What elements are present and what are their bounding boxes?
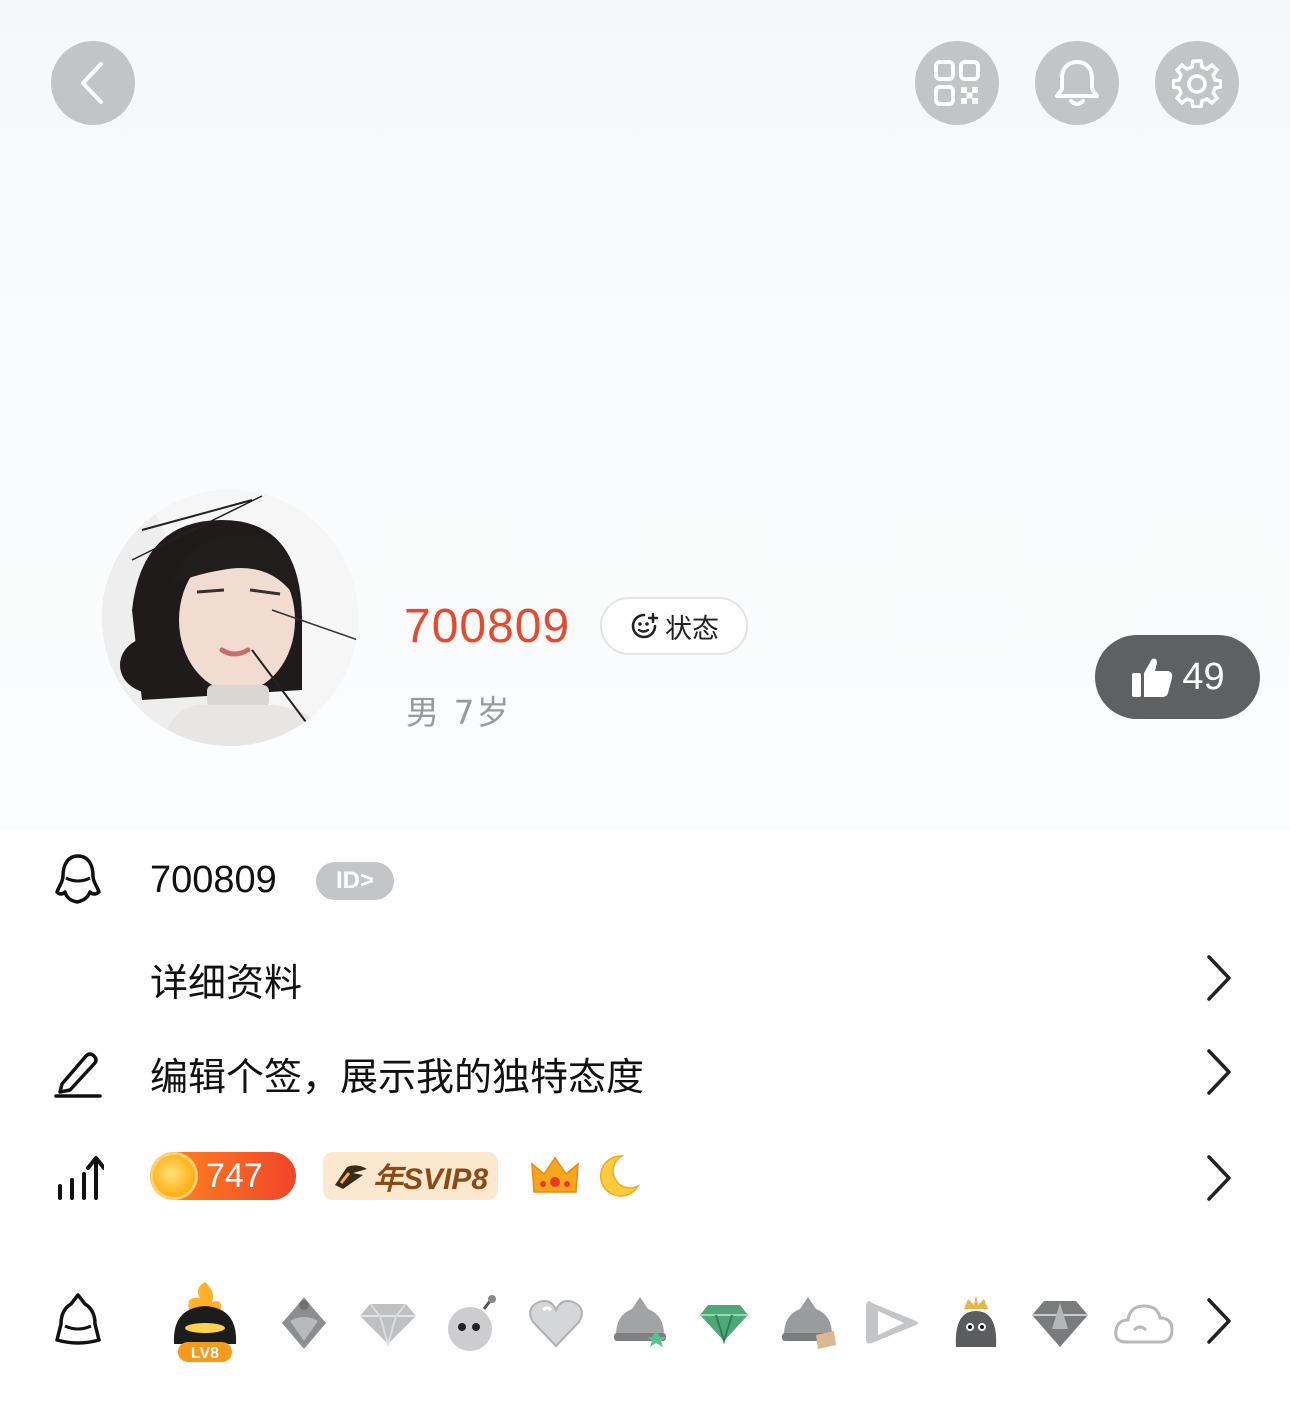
chevron-right-icon[interactable] <box>1200 1296 1236 1346</box>
bell-icon <box>1055 60 1099 106</box>
moon-icon <box>599 1155 640 1197</box>
emoji-add-icon <box>631 612 659 639</box>
thumbs-up-icon <box>1132 658 1173 697</box>
back-arrow-icon <box>81 62 103 104</box>
medal-heart[interactable] <box>514 1281 598 1365</box>
crown-icon <box>531 1156 579 1193</box>
level-value: 747 <box>206 1156 263 1195</box>
status-label: 状态 <box>665 613 719 645</box>
qr-code-icon <box>934 60 980 106</box>
sun-level-icon <box>150 1152 198 1200</box>
nickname: 700809 <box>404 600 571 653</box>
chevron-right-icon[interactable] <box>1200 1047 1236 1097</box>
gender-age: 男 7岁 <box>406 693 512 732</box>
signature-edit-link[interactable]: 编辑个签，展示我的独特态度 <box>150 1046 644 1101</box>
medal-gray-helmet[interactable] <box>262 1281 346 1365</box>
chevron-right-icon[interactable] <box>1200 1153 1236 1203</box>
id-badge-button[interactable]: ID> <box>316 862 394 900</box>
medal-helmet-book[interactable] <box>766 1281 850 1365</box>
notifications-button[interactable] <box>1035 41 1119 125</box>
level-badge[interactable]: 747 <box>150 1152 296 1200</box>
svip-label: 年SVIP8 <box>372 1163 489 1196</box>
pen-icon <box>50 1044 106 1100</box>
medal-diamond[interactable] <box>346 1281 430 1365</box>
qr-code-button[interactable] <box>915 41 999 125</box>
status-button[interactable]: 状态 <box>600 597 748 655</box>
chevron-right-icon[interactable] <box>1200 953 1236 1003</box>
avatar-portrait-image <box>102 490 358 746</box>
growth-chart-icon <box>50 1150 106 1206</box>
medal-green-diamond[interactable] <box>682 1281 766 1365</box>
settings-button[interactable] <box>1155 41 1239 125</box>
medal-wall[interactable]: LV8 <box>160 1278 1186 1368</box>
gear-icon <box>1172 59 1222 108</box>
medal-penguin-icon <box>50 1292 106 1348</box>
likes-button[interactable]: 49 <box>1095 635 1260 719</box>
medal-cloud[interactable] <box>1102 1281 1186 1365</box>
back-button[interactable] <box>51 41 135 125</box>
likes-count: 49 <box>1182 655 1225 698</box>
svip-badge[interactable]: 年SVIP8 <box>323 1152 498 1200</box>
medal-helmet-star[interactable] <box>598 1281 682 1365</box>
qq-number: 700809 <box>150 859 277 901</box>
details-link[interactable]: 详细资料 <box>150 952 302 1007</box>
medal-gem[interactable] <box>1018 1281 1102 1365</box>
svip-wing-icon <box>334 1165 367 1189</box>
avatar[interactable] <box>102 490 358 746</box>
medal-lv8[interactable]: LV8 <box>160 1278 250 1368</box>
medal-penguin-crown[interactable] <box>934 1281 1018 1365</box>
medal-play[interactable] <box>850 1281 934 1365</box>
lv8-text: LV8 <box>191 1345 219 1362</box>
qq-penguin-icon <box>50 852 106 908</box>
flame-helmet-medal-icon: LV8 <box>173 1282 237 1362</box>
medal-bomb-face[interactable] <box>430 1281 514 1365</box>
